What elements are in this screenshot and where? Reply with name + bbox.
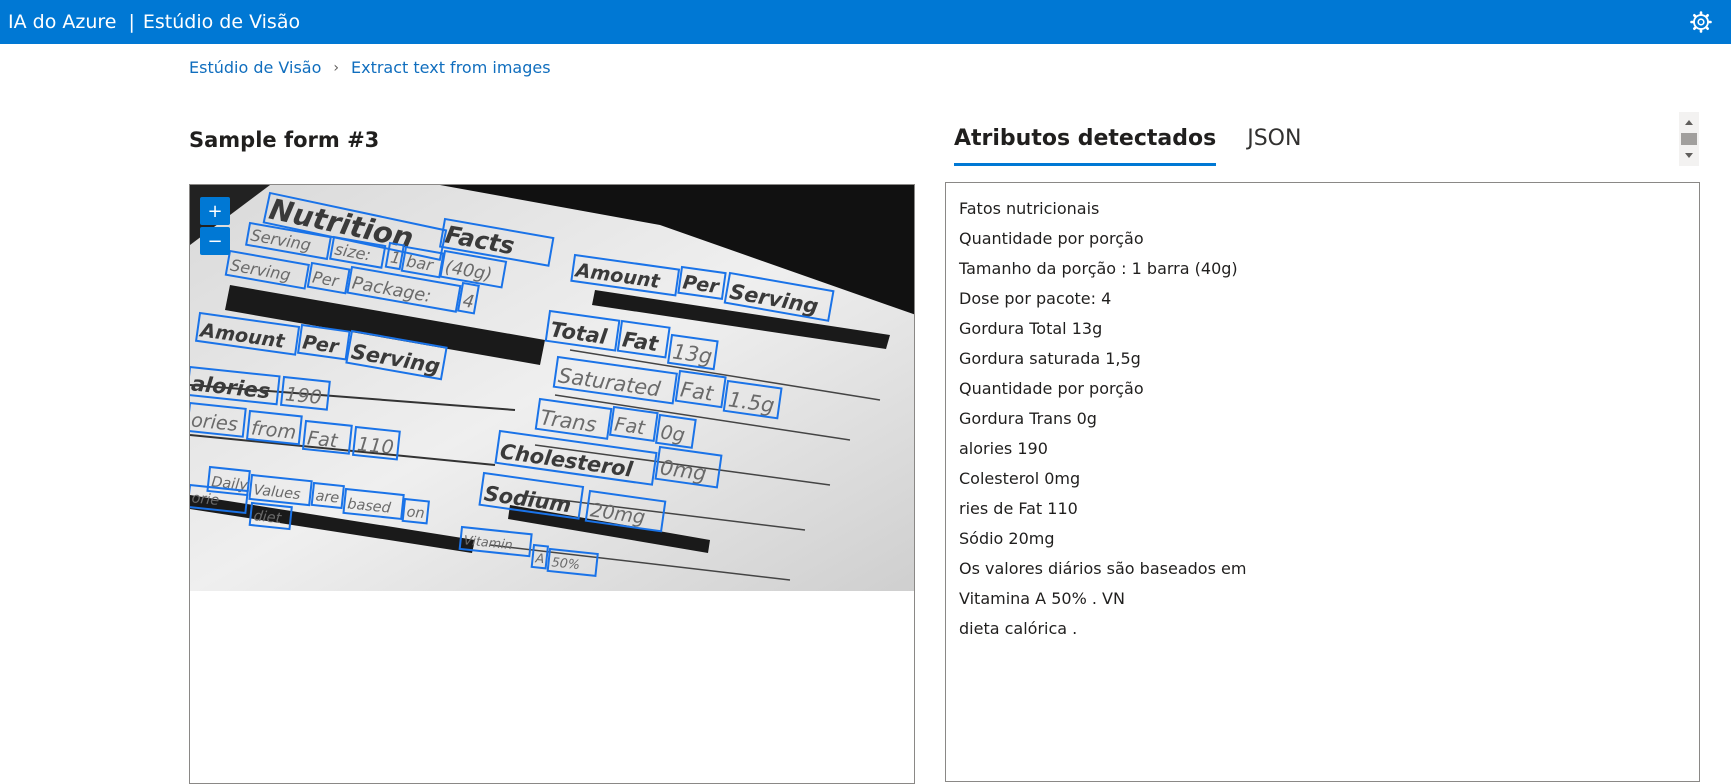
word-text: diet bbox=[253, 508, 284, 527]
zoom-in-button[interactable]: + bbox=[200, 197, 230, 225]
top-bar: IA do Azure | Estúdio de Visão bbox=[0, 0, 1731, 44]
tab-detected-attributes[interactable]: Atributos detectados bbox=[954, 126, 1217, 166]
tab-json[interactable]: JSON bbox=[1247, 126, 1301, 166]
zoom-out-button[interactable]: − bbox=[200, 227, 230, 255]
brand-separator: | bbox=[128, 11, 135, 33]
result-line: Gordura Trans 0g bbox=[959, 409, 1097, 428]
result-line: Gordura saturada 1,5g bbox=[959, 349, 1141, 368]
scroll-thumb[interactable] bbox=[1681, 133, 1697, 145]
word-text: orie bbox=[191, 490, 220, 509]
word-text: Fat bbox=[306, 426, 340, 452]
nutrition-label-image: Nutrition FactsServing size: 1 bar (40g)Servi… bbox=[190, 185, 914, 591]
scroll-up-icon[interactable] bbox=[1685, 120, 1693, 125]
result-line: alories 190 bbox=[959, 439, 1048, 458]
tabs-scrollbar[interactable] bbox=[1679, 112, 1699, 166]
result-line: Dose por pacote: 4 bbox=[959, 289, 1112, 308]
word-text: 50% bbox=[551, 555, 581, 573]
sample-image: Nutrition Facts Serving size: 1 bar (40g) Servi… bbox=[190, 185, 914, 591]
image-viewer[interactable]: Nutrition Facts Serving size: 1 bar (40g) Servi… bbox=[189, 184, 915, 784]
word-text: are bbox=[315, 488, 340, 506]
result-line: ries de Fat 110 bbox=[959, 499, 1078, 518]
result-line: Fatos nutricionais bbox=[959, 199, 1100, 218]
gear-icon[interactable] bbox=[1689, 10, 1713, 34]
word-text: 0g bbox=[659, 420, 686, 446]
result-line: Colesterol 0mg bbox=[959, 469, 1081, 488]
page-title: Sample form #3 bbox=[189, 128, 380, 152]
breadcrumb-root-link[interactable]: Estúdio de Visão bbox=[189, 58, 321, 77]
result-line: Quantidade por porção bbox=[959, 229, 1144, 248]
chevron-right-icon: › bbox=[333, 59, 339, 76]
result-line: Tamanho da porção : 1 barra (40g) bbox=[959, 259, 1238, 278]
app-name[interactable]: Estúdio de Visão bbox=[143, 11, 300, 33]
scroll-down-icon[interactable] bbox=[1685, 153, 1693, 158]
result-line: dieta calórica . bbox=[959, 619, 1078, 638]
result-line: Gordura Total 13g bbox=[959, 319, 1103, 338]
word-text: A bbox=[534, 551, 545, 567]
result-line: Quantidade por porção bbox=[959, 379, 1144, 398]
word-text: on bbox=[406, 504, 426, 522]
breadcrumb: Estúdio de Visão › Extract text from ima… bbox=[189, 58, 551, 77]
result-line: Vitamina A 50% . VN bbox=[959, 589, 1125, 608]
breadcrumb-current-link[interactable]: Extract text from images bbox=[351, 58, 551, 77]
product-name[interactable]: IA do Azure bbox=[8, 11, 116, 33]
results-tabs: Atributos detectados JSON bbox=[954, 126, 1332, 166]
brand: IA do Azure | Estúdio de Visão bbox=[0, 11, 300, 33]
detected-text-panel: Fatos nutricionais Quantidade por porção… bbox=[945, 182, 1700, 782]
result-line: Os valores diários são baseados em bbox=[959, 559, 1247, 578]
result-line: Sódio 20mg bbox=[959, 529, 1055, 548]
